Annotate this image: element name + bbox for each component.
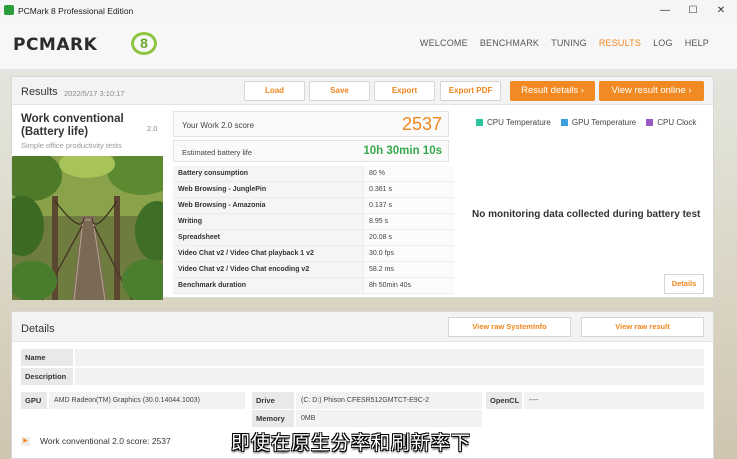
results-panel: Results 2022/5/17 3:10:17 Load Save Expo… bbox=[11, 76, 714, 300]
save-button[interactable]: Save bbox=[309, 81, 370, 101]
test-name: Work conventional (Battery life) bbox=[21, 113, 124, 138]
score-label: Your Work 2.0 score bbox=[182, 121, 255, 130]
app-header: PCMARK 8 WELCOME BENCHMARK TUNING RESULT… bbox=[0, 22, 737, 70]
video-subtitle: 即使在原生分率和刷新率下 bbox=[231, 432, 472, 454]
monitoring-details-button[interactable]: Details bbox=[664, 274, 704, 294]
maximize-button[interactable]: ☐ bbox=[681, 3, 705, 19]
name-value bbox=[75, 349, 704, 366]
test-description: Simple office productivity tests bbox=[21, 141, 122, 150]
details-title: Details bbox=[21, 323, 55, 335]
description-label: Description bbox=[21, 368, 73, 385]
nav-benchmark[interactable]: BENCHMARK bbox=[480, 38, 539, 48]
cpu-clock-swatch-icon bbox=[646, 119, 654, 126]
legend-label: CPU Clock bbox=[657, 118, 697, 127]
battery-life-box: Estimated battery life 10h 30min 10s bbox=[173, 140, 449, 162]
view-online-label: View result online bbox=[611, 85, 686, 96]
subscore-name: Web Browsing - JunglePin bbox=[178, 186, 267, 193]
test-version: 2.0 bbox=[147, 124, 158, 133]
subscore-value: 8.95 s bbox=[363, 214, 454, 229]
app-icon bbox=[4, 5, 14, 15]
drive-value: (C: D:) Phison CFESR512GMTCT-E9C-2 bbox=[296, 392, 482, 409]
table-row: Benchmark duration 8h 50min 40s bbox=[173, 278, 454, 294]
subscore-value: 0.361 s bbox=[363, 182, 454, 197]
close-button[interactable]: ✕ bbox=[709, 3, 733, 19]
cpu-temp-swatch-icon bbox=[476, 119, 483, 126]
nav-help[interactable]: HELP bbox=[685, 38, 709, 48]
subscore-value: 0.137 s bbox=[363, 198, 454, 213]
results-title: Results bbox=[21, 86, 58, 98]
subscore-name: Writing bbox=[178, 218, 202, 225]
name-label: Name bbox=[21, 349, 73, 366]
table-row: Video Chat v2 / Video Chat playback 1 v2… bbox=[173, 246, 454, 262]
memory-value: 0MB bbox=[296, 410, 482, 427]
test-thumbnail-image bbox=[12, 156, 163, 300]
gpu-value: AMD Radeon(TM) Graphics (30.0.14044.1003… bbox=[49, 392, 245, 409]
view-raw-result-button[interactable]: View raw result bbox=[581, 317, 704, 337]
minimize-button[interactable]: — bbox=[653, 3, 677, 19]
export-pdf-button[interactable]: Export PDF bbox=[440, 81, 501, 101]
subscore-value: 30.0 fps bbox=[363, 246, 454, 261]
subscore-value: 58.2 ms bbox=[363, 262, 454, 277]
logo-text: PCMARK bbox=[13, 35, 98, 55]
subscore-value: 80 % bbox=[363, 166, 454, 181]
result-details-button[interactable]: Result details › bbox=[510, 81, 595, 101]
subscore-name: Web Browsing - Amazonia bbox=[178, 202, 266, 209]
score-value: 2537 bbox=[401, 114, 442, 134]
window-title: PCMark 8 Professional Edition bbox=[18, 6, 134, 16]
subscore-table: Battery consumption 80 % Web Browsing - J… bbox=[173, 166, 454, 294]
results-date: 2022/5/17 3:10:17 bbox=[64, 89, 125, 98]
expand-arrow-icon: ▶ bbox=[21, 436, 30, 446]
legend-cpu-temperature[interactable]: CPU Temperature bbox=[476, 118, 551, 127]
logo-badge-icon: 8 bbox=[131, 32, 157, 55]
nav-results[interactable]: RESULTS bbox=[599, 38, 641, 48]
opencl-label: OpenCL bbox=[486, 392, 522, 409]
subscore-name: Video Chat v2 / Video Chat playback 1 v2 bbox=[178, 250, 314, 257]
work-score-box: Your Work 2.0 score 2537 bbox=[173, 111, 449, 137]
load-button[interactable]: Load bbox=[244, 81, 305, 101]
table-row: Video Chat v2 / Video Chat encoding v2 58… bbox=[173, 262, 454, 278]
details-header: Details View raw SystemInfo View raw res… bbox=[12, 312, 713, 342]
nav-log[interactable]: LOG bbox=[653, 38, 673, 48]
gpu-label: GPU bbox=[21, 392, 47, 409]
gpu-temp-swatch-icon bbox=[560, 119, 568, 126]
battery-life-value: 10h 30min 10s bbox=[363, 145, 442, 157]
subscore-name: Spreadsheet bbox=[178, 234, 221, 241]
score-expand-row[interactable]: ▶ Work conventional 2.0 score: 2537 bbox=[21, 436, 171, 446]
drive-label: Drive bbox=[252, 392, 294, 409]
subscore-value: 8h 50min 40s bbox=[363, 278, 454, 293]
expand-row-label: Work conventional 2.0 score: 2537 bbox=[40, 436, 171, 446]
result-details-label: Result details bbox=[521, 85, 579, 96]
window-titlebar: PCMark 8 Professional Edition — ☐ ✕ bbox=[0, 0, 737, 22]
main-nav: WELCOME BENCHMARK TUNING RESULTS LOG HEL… bbox=[420, 38, 709, 48]
no-monitoring-data-message: No monitoring data collected during batt… bbox=[472, 209, 701, 220]
chevron-right-icon: › bbox=[580, 85, 584, 96]
table-row: Writing 8.95 s bbox=[173, 214, 454, 230]
memory-label: Memory bbox=[252, 410, 294, 427]
subscore-name: Video Chat v2 / Video Chat encoding v2 bbox=[178, 266, 310, 273]
description-value bbox=[75, 368, 704, 385]
subscore-name: Battery consumption bbox=[178, 170, 249, 177]
nav-tuning[interactable]: TUNING bbox=[551, 38, 587, 48]
table-row: Web Browsing - JunglePin 0.361 s bbox=[173, 182, 454, 198]
battery-life-label: Estimated battery life bbox=[182, 148, 253, 157]
subscore-value: 20.08 s bbox=[363, 230, 454, 245]
legend-label: CPU Temperature bbox=[487, 118, 551, 127]
export-button[interactable]: Export bbox=[374, 81, 435, 101]
subscore-name: Benchmark duration bbox=[178, 282, 247, 289]
table-row: Battery consumption 80 % bbox=[173, 166, 454, 182]
table-row: Web Browsing - Amazonia 0.137 s bbox=[173, 198, 454, 214]
nav-welcome[interactable]: WELCOME bbox=[420, 38, 468, 48]
opencl-value: ---- bbox=[524, 392, 704, 409]
legend-cpu-clock[interactable]: CPU Clock bbox=[646, 118, 696, 127]
view-raw-systeminfo-button[interactable]: View raw SystemInfo bbox=[448, 317, 571, 337]
table-row: Spreadsheet 20.08 s bbox=[173, 230, 454, 246]
legend-label: GPU Temperature bbox=[571, 118, 637, 127]
results-toolbar: Results 2022/5/17 3:10:17 Load Save Expo… bbox=[12, 77, 713, 105]
monitoring-legend: CPU Temperature GPU Temperature CPU Cloc… bbox=[476, 118, 696, 127]
view-online-button[interactable]: View result online › bbox=[599, 81, 704, 101]
chevron-right-icon: › bbox=[688, 85, 692, 96]
legend-gpu-temperature[interactable]: GPU Temperature bbox=[560, 118, 637, 127]
